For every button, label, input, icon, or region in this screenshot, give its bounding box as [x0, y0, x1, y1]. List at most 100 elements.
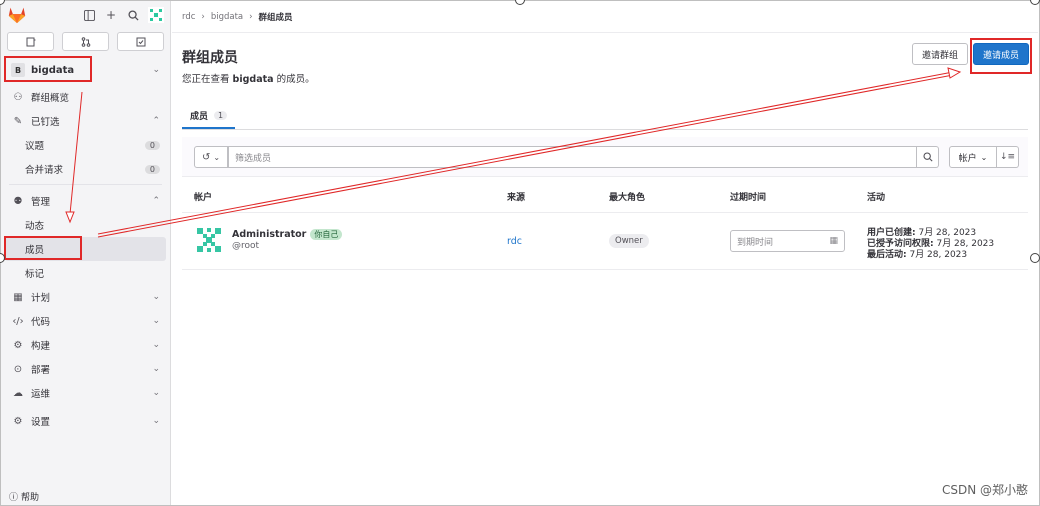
chevron-down-icon: ⌄: [213, 152, 221, 162]
nav-issues[interactable]: 议题 0: [5, 133, 166, 157]
nav-label: 合并请求: [25, 165, 64, 176]
resize-handle[interactable]: [1030, 253, 1040, 263]
sidebar-toggle-icon[interactable]: [82, 8, 96, 22]
sort-label: 帐户: [958, 153, 977, 164]
cloud-icon: ☁: [13, 387, 23, 399]
breadcrumb-separator: ›: [249, 11, 253, 22]
member-username: @root: [232, 241, 260, 251]
chevron-down-icon: ⌄: [152, 65, 160, 75]
subtitle-prefix: 您正在查看: [182, 74, 233, 85]
tab-count: 1: [214, 110, 228, 120]
deployments-icon: ⊙: [13, 363, 23, 375]
merge-requests-icon[interactable]: [62, 32, 109, 51]
member-name-text: Administrator: [232, 229, 307, 240]
column-header-account: 帐户: [194, 193, 213, 203]
nav-label: 运维: [31, 389, 51, 400]
annotation-box-group: [4, 56, 92, 82]
pin-icon: ✎: [13, 115, 23, 127]
nav-operate[interactable]: ☁ 运维 ⌄: [5, 381, 166, 405]
annotation-box-members: [4, 236, 82, 260]
nav-group-overview[interactable]: ⚇ 群组概览: [5, 85, 166, 109]
gitlab-logo-icon[interactable]: [7, 6, 27, 24]
plus-icon[interactable]: +: [104, 8, 118, 22]
expiration-placeholder: 到期时间: [737, 237, 774, 248]
column-header-expiration: 过期时间: [730, 193, 767, 203]
sort-dropdown[interactable]: 帐户 ⌄: [949, 146, 997, 168]
help-icon: ⓘ: [9, 493, 19, 503]
user-avatar-icon[interactable]: [148, 7, 164, 23]
page-subtitle: 您正在查看 bigdata 的成员。: [182, 71, 315, 85]
nav-pinned[interactable]: ✎ 已钉选 ⌃: [5, 109, 166, 133]
activity-last: 最后活动: 7月 28, 2023: [867, 247, 967, 260]
chevron-down-icon: ⌄: [152, 316, 160, 326]
nav-activity[interactable]: 动态: [5, 213, 166, 237]
quick-actions: [1, 29, 170, 51]
nav-build[interactable]: ⚙ 构建 ⌄: [5, 333, 166, 357]
breadcrumb-separator: ›: [201, 11, 205, 22]
breadcrumb: rdc › bigdata › 群组成员: [172, 1, 1038, 33]
nav-manage[interactable]: ⚉ 管理 ⌃: [5, 189, 166, 213]
annotation-box-invite: [970, 38, 1032, 74]
column-header-activity: 活动: [867, 193, 886, 203]
tab-label: 成员: [190, 111, 209, 122]
calendar-icon: ▦: [13, 291, 23, 303]
users-icon: ⚉: [13, 195, 23, 207]
group-icon: ⚇: [13, 91, 23, 103]
nav-label: 议题: [25, 141, 45, 152]
count-badge: 0: [144, 164, 160, 174]
you-badge: 你自己: [310, 229, 343, 240]
invite-group-button[interactable]: 邀请群组: [912, 43, 968, 65]
search-icon[interactable]: [917, 146, 939, 168]
nav-code[interactable]: ‹/› 代码 ⌄: [5, 309, 166, 333]
main-content: rdc › bigdata › 群组成员 群组成员 您正在查看 bigdata …: [172, 1, 1038, 505]
gear-icon: ⚙: [13, 415, 23, 427]
tab-divider: [182, 129, 1028, 130]
activity-label: 最后活动:: [867, 250, 907, 260]
filter-members-input[interactable]: 筛选成员: [228, 146, 917, 168]
tab-members[interactable]: 成员 1: [182, 103, 236, 129]
nav-label: 部署: [31, 365, 51, 376]
filter-bar: ↺ ⌄ 筛选成员 帐户 ⌄ ↓≡: [182, 137, 1028, 177]
sidebar-topbar: +: [1, 1, 170, 29]
table-row-divider: [182, 269, 1028, 270]
chevron-down-icon: ⌄: [980, 152, 988, 162]
sort-direction-icon[interactable]: ↓≡: [997, 146, 1019, 168]
chevron-down-icon: ⌄: [152, 416, 160, 426]
breadcrumb-current[interactable]: 群组成员: [259, 11, 293, 23]
divider: [9, 181, 162, 185]
nav-label: 构建: [31, 341, 51, 352]
nav-deploy[interactable]: ⊙ 部署 ⌄: [5, 357, 166, 381]
todos-icon[interactable]: [117, 32, 164, 51]
nav-label: 计划: [31, 293, 51, 304]
count-badge: 0: [144, 140, 160, 150]
nav-settings[interactable]: ⚙ 设置 ⌄: [5, 409, 166, 433]
nav-plan[interactable]: ▦ 计划 ⌄: [5, 285, 166, 309]
subtitle-suffix: 的成员。: [273, 74, 315, 85]
nav-label: 标记: [25, 269, 45, 280]
source-link[interactable]: rdc: [507, 236, 522, 247]
search-icon[interactable]: [126, 8, 140, 22]
chevron-down-icon: ⌄: [152, 340, 160, 350]
nav-labels[interactable]: 标记: [5, 261, 166, 285]
role-badge: Owner: [609, 234, 649, 248]
watermark: CSDN @郑小憨: [941, 483, 1028, 497]
nav-merge-requests[interactable]: 合并请求 0: [5, 157, 166, 181]
nav-label: 已钉选: [31, 117, 60, 128]
chevron-down-icon: ⌄: [152, 364, 160, 374]
subtitle-group: bigdata: [232, 74, 274, 85]
history-dropdown[interactable]: ↺ ⌄: [194, 146, 228, 168]
help-link[interactable]: ⓘ 帮助: [9, 490, 39, 503]
table-header-divider: [182, 212, 1028, 213]
member-name[interactable]: Administrator 你自己: [232, 229, 343, 240]
code-icon: ‹/›: [12, 315, 24, 327]
nav-label: 管理: [31, 197, 51, 208]
activity-value: 7月 28, 2023: [906, 250, 968, 260]
calendar-icon: ▦: [829, 236, 838, 246]
issues-icon[interactable]: [7, 32, 54, 51]
column-header-source: 来源: [507, 193, 526, 203]
breadcrumb-root[interactable]: rdc: [182, 12, 195, 22]
breadcrumb-group[interactable]: bigdata: [211, 12, 243, 22]
expiration-date-input[interactable]: 到期时间 ▦: [730, 230, 845, 252]
rocket-icon: ⚙: [13, 339, 23, 351]
member-avatar-icon[interactable]: [194, 225, 224, 255]
